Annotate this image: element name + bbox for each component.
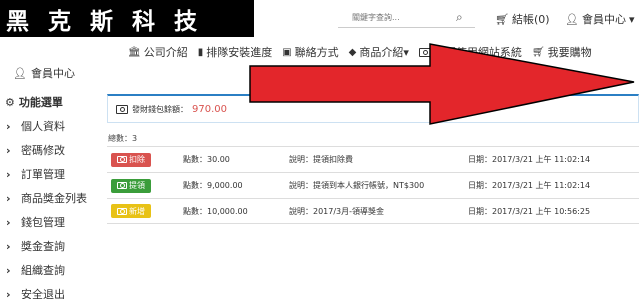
- mobile-icon: ▮: [197, 46, 204, 58]
- contact-icon: ▣: [282, 46, 292, 58]
- chevron-right-icon: ›: [6, 191, 11, 205]
- money-icon: [116, 104, 128, 114]
- wallet-balance-label: 發財錢包餘額：: [132, 104, 188, 114]
- nav-item-queue[interactable]: ▮ 排隊安裝進度: [198, 44, 273, 60]
- transaction-points: 點數：10,000.00: [183, 206, 248, 216]
- transaction-count: 總數：3: [108, 134, 138, 143]
- wallet-actions: ◉ 轉帳 🏛︎ 提領: [520, 72, 581, 83]
- chevron-right-icon: ›: [6, 287, 11, 299]
- sidebar-item-password[interactable]: › 密碼修改: [6, 142, 65, 158]
- chevron-right-icon: ›: [6, 263, 11, 277]
- wallet-balance-amount: 970.00: [192, 103, 227, 115]
- transaction-date: 日期：2017/3/21 上午 10:56:25: [468, 206, 591, 216]
- chevron-right-icon: ›: [6, 167, 11, 181]
- nav-item-shopping[interactable]: 🛒︎ 我要購物: [532, 44, 592, 60]
- wallet-balance-panel: 發財錢包餘額： 970.00: [107, 94, 639, 123]
- money-icon: [418, 47, 431, 57]
- user-icon: 👤︎: [565, 12, 579, 26]
- member-center-heading: 👤︎ 會員中心: [13, 66, 75, 81]
- transaction-points: 點數：9,000.00: [183, 181, 243, 190]
- search-input[interactable]: [338, 13, 456, 22]
- transaction-description: 說明：2017/3月-領導獎金: [289, 206, 385, 216]
- chevron-down-icon: ▾: [628, 12, 635, 26]
- nav-item-company[interactable]: 🏛︎ 公司介紹: [128, 44, 188, 60]
- sidebar-title: ⚙ 功能選單: [5, 95, 63, 110]
- logo[interactable]: 黑克斯科技: [0, 0, 254, 37]
- bank-icon: 🏛︎: [128, 46, 141, 58]
- status-badge: 扣除: [111, 152, 151, 167]
- user-icon: 👤︎: [13, 66, 27, 80]
- sidebar-item-product-bonus[interactable]: › 商品獎金列表: [6, 190, 87, 206]
- chevron-right-icon: ›: [6, 143, 11, 157]
- nav-item-products[interactable]: ◆ 商品介紹▾: [349, 44, 409, 60]
- status-badge: 提領: [111, 178, 151, 193]
- bank-icon: 🏛︎: [552, 73, 564, 82]
- sidebar-item-bonus-query[interactable]: › 獎金查詢: [6, 238, 65, 254]
- transaction-points: 點數：30.00: [183, 155, 230, 164]
- checkout-link[interactable]: 🛒︎ 結帳(0): [495, 11, 550, 27]
- cart-icon: 🛒︎: [531, 46, 545, 58]
- chevron-right-icon: ›: [6, 119, 11, 133]
- transfer-button[interactable]: ◉ 轉帳: [520, 72, 545, 83]
- main-nav: 🏛︎ 公司介紹 ▮ 排隊安裝進度 ▣ 聯絡方式 ◆ 商品介紹▾ 我要使用網站系統 🛒︎ 我…: [128, 44, 592, 60]
- nav-item-website-system[interactable]: 我要使用網站系統: [418, 44, 522, 60]
- sidebar-item-orders[interactable]: › 訂單管理: [6, 166, 65, 182]
- status-badge: 新增: [111, 204, 151, 218]
- nav-item-contact[interactable]: ▣ 聯絡方式: [282, 44, 338, 60]
- gears-icon: ⚙: [5, 95, 15, 109]
- search-box[interactable]: ⌕: [338, 8, 475, 28]
- sidebar-item-logout[interactable]: › 安全退出: [6, 286, 65, 299]
- sidebar-item-organization[interactable]: › 組織查詢: [6, 262, 65, 278]
- sidebar-item-profile[interactable]: › 個人資料: [6, 118, 65, 134]
- cart-icon: 🛒︎: [495, 12, 509, 26]
- withdraw-button[interactable]: 🏛︎ 提領: [553, 72, 581, 83]
- money-icon: [117, 207, 127, 215]
- search-icon[interactable]: ⌕: [456, 10, 463, 25]
- tag-icon: ◆: [348, 46, 357, 58]
- money-icon: [117, 156, 127, 163]
- chevron-right-icon: ›: [6, 215, 11, 229]
- transaction-description: 說明：提領到本人銀行帳號，NT$300: [289, 181, 425, 190]
- table-row: 新增 點數：10,000.00 說明：2017/3月-領導獎金 日期：2017/…: [107, 198, 639, 224]
- eye-icon: ◉: [520, 73, 527, 82]
- table-row: 提領 點數：9,000.00 說明：提領到本人銀行帳號，NT$300 日期：20…: [107, 172, 639, 198]
- transaction-description: 說明：提領扣除費: [289, 155, 353, 164]
- checkout-label: 結帳(0): [511, 13, 550, 26]
- member-menu-label: 會員中心: [581, 13, 626, 26]
- sidebar-item-wallet[interactable]: › 錢包管理: [6, 214, 65, 230]
- member-menu[interactable]: 👤︎ 會員中心 ▾: [565, 11, 635, 27]
- chevron-right-icon: ›: [6, 239, 11, 253]
- money-icon: [117, 182, 127, 189]
- transaction-date: 日期：2017/3/21 上午 11:02:14: [468, 181, 591, 190]
- table-row: 扣除 點數：30.00 說明：提領扣除費 日期：2017/3/21 上午 11:…: [107, 146, 639, 172]
- transaction-date: 日期：2017/3/21 上午 11:02:14: [468, 155, 591, 164]
